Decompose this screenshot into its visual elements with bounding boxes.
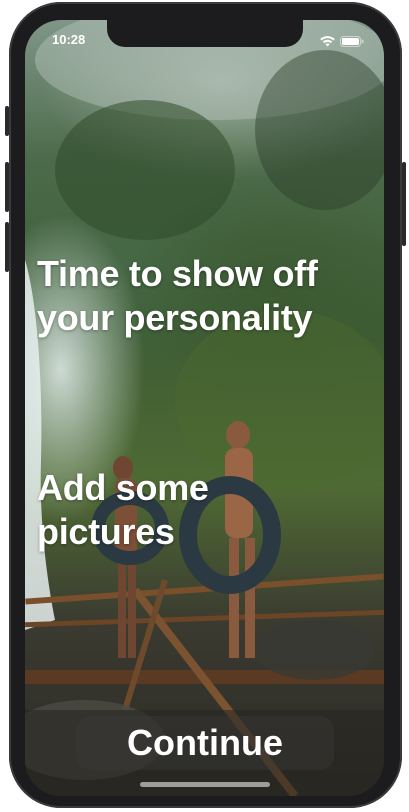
mute-switch [5, 106, 9, 136]
volume-down-button [5, 222, 9, 272]
battery-icon [340, 34, 364, 52]
page-subtitle: Add some pictures [37, 467, 209, 552]
continue-button[interactable]: Continue [76, 716, 334, 770]
power-button [402, 162, 406, 246]
page-title: Time to show off your personality [37, 253, 318, 338]
continue-button-label: Continue [127, 722, 283, 763]
home-indicator[interactable] [140, 782, 270, 787]
device-notch [107, 20, 303, 47]
status-time: 10:28 [52, 32, 86, 47]
app-screen: 10:28 Time to show off your personality … [25, 20, 384, 796]
background-photo [25, 20, 384, 796]
status-bar: 10:28 [25, 20, 384, 60]
status-icons [320, 34, 364, 52]
volume-up-button [5, 162, 9, 212]
wifi-icon [320, 34, 335, 52]
